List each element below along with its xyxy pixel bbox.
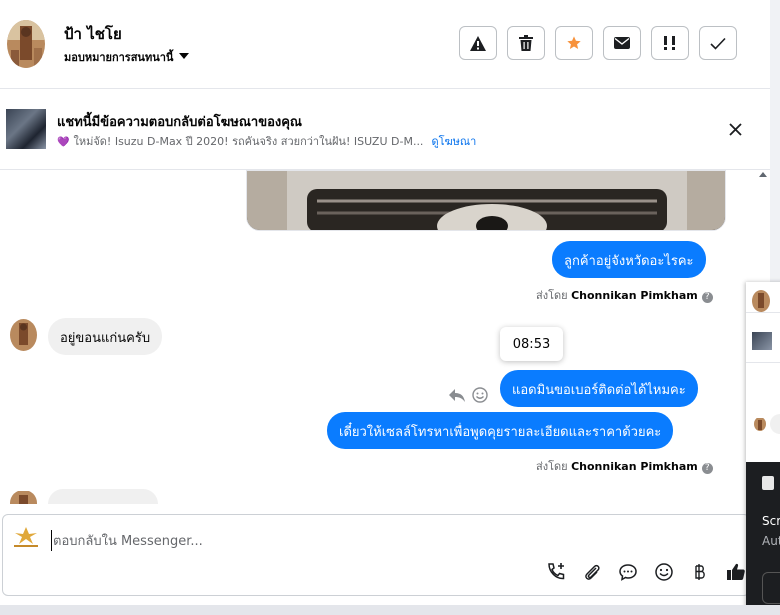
attachment-icon <box>585 564 600 580</box>
contact-avatar-small <box>10 490 37 504</box>
saved-replies-button[interactable] <box>616 560 640 584</box>
emoji-icon <box>655 563 673 581</box>
side-avatar[interactable] <box>752 290 770 312</box>
outgoing-message-bubble[interactable]: แอดมินขอเบอร์ติดต่อได้ไหมคะ <box>500 370 698 407</box>
contact-avatar-small <box>10 319 37 351</box>
reply-icon[interactable] <box>448 387 466 403</box>
sender-name: Chonnikan Pimkham <box>571 289 698 302</box>
timestamp-tooltip: 08:53 <box>500 327 563 361</box>
page-footer-strip <box>0 605 780 615</box>
ad-thumbnail[interactable] <box>6 109 46 149</box>
caret-down-icon <box>179 53 190 59</box>
mark-done-button[interactable] <box>699 26 737 60</box>
check-icon <box>710 37 726 50</box>
conversation-panel: ป้า ไชโย มอบหมายการสนทนานี้ แชทนี้มีข้อค… <box>0 0 770 615</box>
sent-by-prefix: ส่งโดย <box>536 460 568 473</box>
contact-name: ป้า ไชโย <box>64 25 122 43</box>
call-add-button[interactable] <box>544 560 568 584</box>
app-icon <box>762 476 774 490</box>
payment-button[interactable] <box>688 560 712 584</box>
incoming-message-bubble[interactable]: อยู่ขอนแก่นครับ <box>48 318 163 355</box>
assign-conversation-dropdown[interactable]: มอบหมายการสนทนานี้ <box>64 48 190 66</box>
priority-icon <box>664 36 675 50</box>
mark-spam-button[interactable] <box>459 26 497 60</box>
attach-button[interactable] <box>580 560 604 584</box>
image-message[interactable] <box>246 170 726 231</box>
close-icon <box>728 122 742 136</box>
react-emoji-icon[interactable] <box>472 387 488 403</box>
side-panel-button[interactable] <box>762 572 780 604</box>
side-panel-subtitle: Aut <box>762 534 780 548</box>
sent-by-label: ส่งโดย Chonnikan Pimkham? <box>536 286 713 304</box>
thumbs-up-icon <box>727 563 745 580</box>
ad-banner-subtitle: 💜 ใหม่จัด! Isuzu D-Max ปี 2020! รถคันจริง… <box>57 132 476 150</box>
follow-up-button[interactable] <box>651 26 689 60</box>
sender-name: Chonnikan Pimkham <box>571 460 698 473</box>
sent-by-prefix: ส่งโดย <box>536 289 568 302</box>
emoji-button[interactable] <box>652 560 676 584</box>
help-icon[interactable]: ? <box>701 463 713 474</box>
delete-button[interactable] <box>507 26 545 60</box>
side-ad-thumbnail[interactable] <box>752 332 772 350</box>
incoming-message-bubble-partial <box>48 489 158 504</box>
help-icon[interactable]: ? <box>701 292 713 303</box>
outgoing-message-bubble[interactable]: เดี๋ยวให้เซลล์โทรหาเพื่อพูดคุยรายละเอียด… <box>327 412 674 449</box>
star-icon <box>567 36 581 49</box>
assign-label: มอบหมายการสนทนานี้ <box>64 51 174 64</box>
side-avatar-small <box>754 417 766 431</box>
like-button[interactable] <box>724 560 748 584</box>
ad-description: ใหม่จัด! Isuzu D-Max ปี 2020! รถคันจริง … <box>73 135 424 148</box>
ad-banner-title: แชทนี้มีข้อความตอบกลับต่อโฆษณาของคุณ <box>57 115 302 130</box>
heart-icon: 💜 <box>57 137 70 148</box>
baht-icon <box>695 564 705 580</box>
ad-reply-banner: แชทนี้มีข้อความตอบกลับต่อโฆษณาของคุณ 💜 ให… <box>0 89 770 170</box>
saved-reply-icon <box>619 564 637 581</box>
side-panel-title: Scr <box>762 514 780 528</box>
scroll-up-arrow[interactable] <box>759 172 767 177</box>
sent-by-label: ส่งโดย Chonnikan Pimkham? <box>536 457 713 475</box>
close-banner-button[interactable] <box>725 119 745 139</box>
conversation-header: ป้า ไชโย มอบหมายการสนทนานี้ <box>0 0 770 89</box>
side-chat-window: Scr Aut <box>746 282 780 615</box>
reply-input[interactable]: ตอบกลับใน Messenger... <box>51 530 203 551</box>
view-ad-link[interactable]: ดูโฆษณา <box>431 135 476 148</box>
outgoing-message-bubble[interactable]: ลูกค้าอยู่จังหวัดอะไรคะ <box>552 241 706 278</box>
contact-avatar[interactable] <box>7 20 45 68</box>
page-logo <box>14 527 38 547</box>
star-button[interactable] <box>555 26 593 60</box>
trash-icon <box>519 35 533 51</box>
warning-icon <box>470 35 486 51</box>
call-add-icon <box>548 563 565 580</box>
envelope-icon <box>614 37 630 49</box>
background-area <box>770 0 780 282</box>
mark-unread-button[interactable] <box>603 26 641 60</box>
